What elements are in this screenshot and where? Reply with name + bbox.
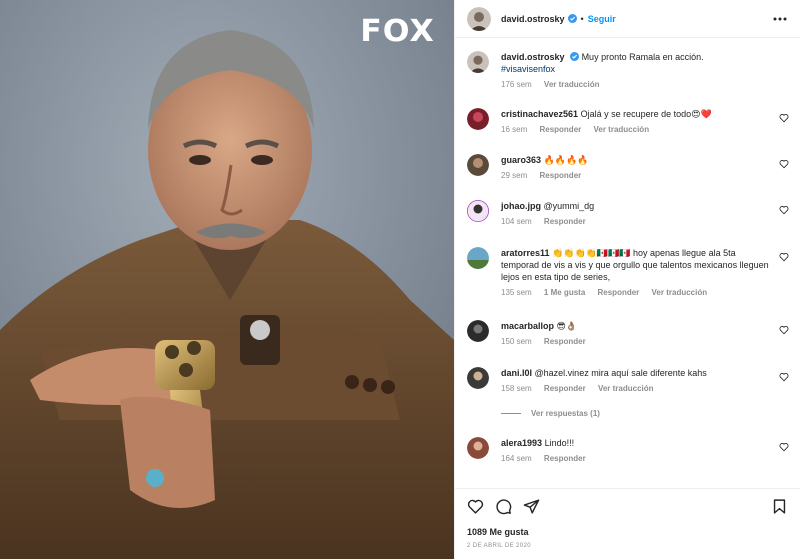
comment-username[interactable]: guaro363: [501, 155, 541, 165]
comment-avatar[interactable]: [467, 154, 489, 176]
comment-time: 135 sem: [501, 288, 532, 297]
heart-icon[interactable]: [467, 498, 484, 515]
comment-time: 158 sem: [501, 384, 532, 393]
translate-button[interactable]: Ver traducción: [594, 125, 650, 134]
comment-avatar[interactable]: [467, 437, 489, 459]
comment-time: 104 sem: [501, 217, 532, 226]
post-media[interactable]: FOX: [0, 0, 454, 559]
share-icon[interactable]: [523, 498, 540, 515]
post-date: 2 DE ABRIL DE 2020: [467, 543, 532, 549]
comment-item: guaro363 🔥🔥🔥🔥 29 sem Responder: [467, 154, 793, 188]
comment-avatar[interactable]: [467, 108, 489, 130]
heart-icon[interactable]: [779, 205, 789, 215]
comment-username[interactable]: alera1993: [501, 438, 542, 448]
instagram-post: FOX david.ostrosky • Seguir david.ostros…: [0, 0, 800, 559]
comment-meta: 158 sem Responder Ver traducción: [501, 383, 773, 395]
comment-avatar[interactable]: [467, 320, 489, 342]
comments-feed[interactable]: david.ostrosky Muy pronto Ramala en acci…: [455, 38, 800, 488]
caption-translate-button[interactable]: Ver traducción: [544, 80, 600, 89]
comment-time: 29 sem: [501, 171, 528, 180]
comment-avatar[interactable]: [467, 200, 489, 222]
heart-icon[interactable]: [779, 325, 789, 335]
reply-button[interactable]: Responder: [539, 125, 581, 134]
caption-meta: 176 sem Ver traducción: [501, 79, 773, 91]
reply-button[interactable]: Responder: [598, 288, 640, 297]
comment-meta: 135 sem 1 Me gusta Responder Ver traducc…: [501, 287, 773, 299]
translate-button[interactable]: Ver traducción: [598, 384, 654, 393]
comment-item: alera1993 Lindo!!! 164 sem Responder: [467, 437, 793, 471]
comment-item: johao.jpg @yummi_dg 104 sem Responder: [467, 200, 793, 234]
more-icon[interactable]: [772, 11, 788, 27]
comment-text: 😎👌🏽: [556, 321, 578, 331]
comment-meta: 150 sem Responder: [501, 336, 773, 348]
post-header: david.ostrosky • Seguir: [455, 0, 800, 38]
reply-button[interactable]: Responder: [539, 171, 581, 180]
verified-icon: [570, 52, 580, 61]
reply-button[interactable]: Responder: [544, 217, 586, 226]
heart-icon[interactable]: [779, 113, 789, 123]
caption-time: 176 sem: [501, 80, 532, 89]
comment-meta: 104 sem Responder: [501, 216, 773, 228]
post-sidebar: david.ostrosky • Seguir david.ostrosky M…: [454, 0, 800, 559]
comment-avatar[interactable]: [467, 247, 489, 269]
view-replies-button[interactable]: Ver respuestas (1): [501, 409, 600, 418]
comment-meta: 16 sem Responder Ver traducción: [501, 124, 773, 136]
fox-logo: FOX: [360, 14, 435, 49]
post-caption: david.ostrosky Muy pronto Ramala en acci…: [467, 51, 793, 97]
comment-time: 16 sem: [501, 125, 528, 134]
comment-likes[interactable]: 1 Me gusta: [544, 288, 585, 297]
comment-username[interactable]: johao.jpg: [501, 201, 541, 211]
heart-icon[interactable]: [779, 252, 789, 262]
caption-username[interactable]: david.ostrosky: [501, 52, 565, 62]
replies-divider: [501, 413, 521, 414]
comment-avatar[interactable]: [467, 367, 489, 389]
comment-item: macarballop 😎👌🏽 150 sem Responder: [467, 320, 793, 354]
comment-username[interactable]: macarballop: [501, 321, 554, 331]
translate-button[interactable]: Ver traducción: [652, 288, 708, 297]
reply-button[interactable]: Responder: [544, 337, 586, 346]
comment-text: Lindo!!!: [544, 438, 575, 448]
comment-username[interactable]: dani.l0l: [501, 368, 532, 378]
comment-item: aratorres11 👏👏👏👏🇲🇽🇲🇽🇲🇽 hoy apenas llegue…: [467, 247, 793, 307]
reply-button[interactable]: Responder: [544, 454, 586, 463]
comment-time: 164 sem: [501, 454, 532, 463]
heart-icon[interactable]: [779, 372, 789, 382]
comment-item: dani.l0l @hazel.vinez mira aquí sale dif…: [467, 367, 793, 401]
author-avatar[interactable]: [467, 6, 491, 31]
view-replies-label: Ver respuestas (1): [531, 409, 600, 418]
comment-meta: 164 sem Responder: [501, 453, 773, 465]
post-actions: 1089 Me gusta 2 DE ABRIL DE 2020: [455, 488, 800, 559]
comment-text: Ojalá y se recupere de todo😍❤️: [580, 109, 712, 119]
post-photo: [0, 0, 454, 559]
comment-text: 🔥🔥🔥🔥: [543, 155, 589, 165]
caption-avatar[interactable]: [467, 51, 489, 73]
comment-mention[interactable]: @yummi_dg: [544, 201, 595, 211]
comment-time: 150 sem: [501, 337, 532, 346]
author-username[interactable]: david.ostrosky: [501, 14, 565, 24]
comment-username[interactable]: aratorres11: [501, 248, 550, 258]
comment-icon[interactable]: [495, 498, 512, 515]
comment-text: @hazel.vinez mira aquí sale diferente ka…: [534, 368, 707, 378]
heart-icon[interactable]: [779, 442, 789, 452]
reply-button[interactable]: Responder: [544, 384, 586, 393]
caption-text: Muy pronto Ramala en acción.: [581, 52, 704, 62]
follow-button[interactable]: Seguir: [588, 14, 616, 24]
comment-item: cristinachavez561 Ojalá y se recupere de…: [467, 108, 793, 142]
likes-count[interactable]: 1089 Me gusta: [467, 527, 529, 537]
separator-dot: •: [580, 13, 584, 24]
caption-hashtag[interactable]: #visavisenfox: [501, 64, 555, 74]
comment-meta: 29 sem Responder: [501, 170, 773, 182]
verified-icon: [567, 14, 577, 23]
heart-icon[interactable]: [779, 159, 789, 169]
comment-username[interactable]: cristinachavez561: [501, 109, 578, 119]
save-icon[interactable]: [771, 498, 788, 515]
